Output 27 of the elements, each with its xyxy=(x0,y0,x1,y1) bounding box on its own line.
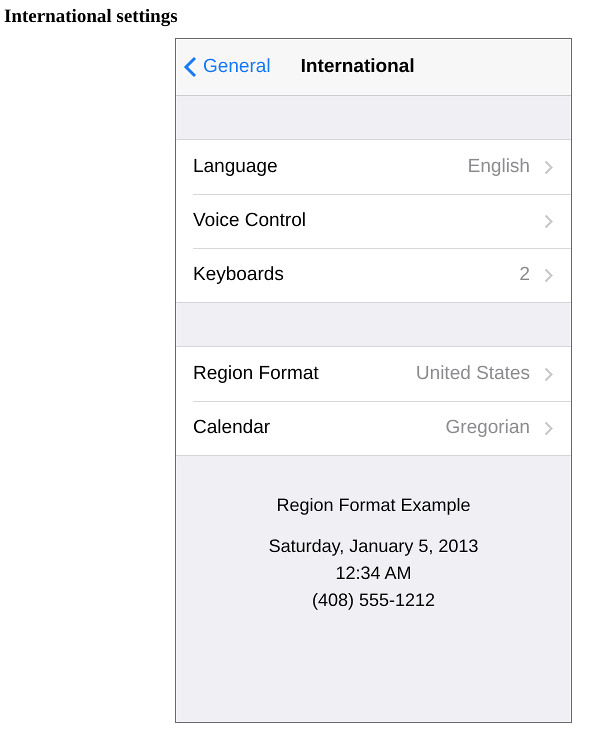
back-chevron-icon xyxy=(184,56,197,78)
screen-title: International xyxy=(300,54,415,79)
settings-row[interactable]: Language English xyxy=(193,140,571,194)
row-value: Gregorian xyxy=(446,416,530,440)
chevron-icon xyxy=(544,268,553,283)
example-title: Region Format Example xyxy=(276,494,471,517)
settings-row[interactable]: Keyboards 2 xyxy=(193,248,571,302)
page-heading: International settings xyxy=(3,5,178,29)
chevron-icon xyxy=(544,421,553,436)
row-label: Keyboards xyxy=(193,263,284,288)
settings-row[interactable]: Voice Control xyxy=(193,194,571,248)
settings-row[interactable]: Region Format United States xyxy=(193,347,571,401)
chevron-icon xyxy=(544,366,553,382)
example-line: 12:34 AM xyxy=(335,562,412,585)
example-line: Saturday, January 5, 2013 xyxy=(268,535,478,558)
row-value: 2 xyxy=(519,263,530,288)
row-value: English xyxy=(468,154,530,179)
chevron-icon xyxy=(544,160,553,174)
row-label: Calendar xyxy=(193,416,270,440)
chevron-icon xyxy=(544,214,553,229)
row-label: Language xyxy=(193,154,278,179)
row-label: Voice Control xyxy=(193,209,306,234)
back-button[interactable]: General xyxy=(184,52,271,82)
row-label: Region Format xyxy=(193,362,319,386)
row-value: United States xyxy=(416,362,530,386)
example-line: (408) 555-1212 xyxy=(312,589,436,612)
settings-row[interactable]: Calendar Gregorian xyxy=(193,401,571,455)
